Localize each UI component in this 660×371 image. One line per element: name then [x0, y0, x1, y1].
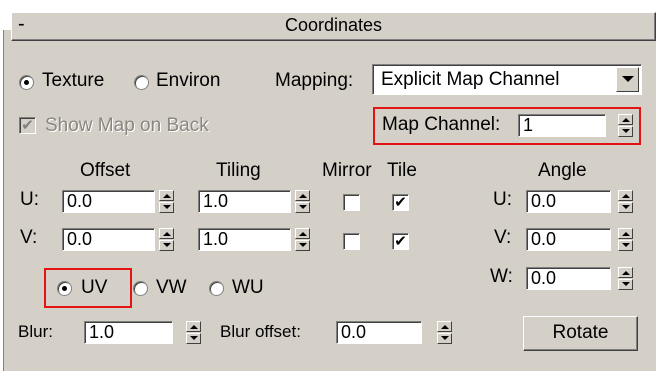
- texture-label[interactable]: Texture: [42, 70, 104, 92]
- u-tiling-input[interactable]: 1.0: [198, 190, 291, 213]
- rollout-header-coordinates[interactable]: - Coordinates: [11, 12, 656, 41]
- v-tiling-spinner[interactable]: [295, 228, 310, 251]
- map-channel-input[interactable]: 1: [518, 114, 606, 137]
- u-offset-label: U:: [20, 189, 39, 210]
- show-map-on-back-checkbox[interactable]: ✔: [19, 117, 36, 134]
- angle-w-input[interactable]: 0.0: [526, 267, 611, 290]
- rollout-title: Coordinates: [284, 15, 383, 35]
- angle-w-spinner[interactable]: [618, 267, 633, 290]
- wu-label[interactable]: WU: [232, 277, 264, 299]
- tiling-header: Tiling: [216, 160, 261, 181]
- angle-u-label: U:: [493, 189, 512, 210]
- radio-environ[interactable]: [134, 75, 149, 90]
- blur-input[interactable]: 1.0: [84, 321, 173, 344]
- mapping-label: Mapping:: [275, 70, 354, 91]
- angle-u-spinner[interactable]: [618, 190, 633, 213]
- angle-v-spinner[interactable]: [618, 228, 633, 251]
- u-tiling-spinner[interactable]: [295, 190, 310, 213]
- offset-header: Offset: [80, 160, 131, 181]
- radio-wu[interactable]: [209, 281, 224, 296]
- check-icon: ✔: [394, 194, 407, 211]
- rotate-button[interactable]: Rotate: [523, 316, 638, 351]
- environ-label[interactable]: Environ: [156, 70, 220, 92]
- angle-u-input[interactable]: 0.0: [526, 190, 611, 213]
- v-offset-spinner[interactable]: [159, 228, 174, 251]
- blur-spinner[interactable]: [186, 321, 201, 344]
- radio-vw[interactable]: [133, 281, 148, 296]
- tile-header: Tile: [387, 160, 417, 181]
- blur-offset-spinner[interactable]: [437, 321, 452, 344]
- mapping-dropdown[interactable]: Explicit Map Channel: [372, 64, 642, 95]
- v-offset-label: V:: [20, 227, 38, 248]
- u-mirror-checkbox[interactable]: [343, 194, 360, 211]
- chevron-down-icon[interactable]: [616, 67, 639, 92]
- mapping-dropdown-value: Explicit Map Channel: [381, 69, 560, 90]
- angle-w-label: W:: [490, 266, 513, 287]
- map-channel-spinner[interactable]: [618, 114, 633, 137]
- v-mirror-checkbox[interactable]: [343, 233, 360, 250]
- check-icon: ✔: [394, 233, 407, 250]
- u-offset-spinner[interactable]: [159, 190, 174, 213]
- v-tiling-input[interactable]: 1.0: [198, 228, 291, 251]
- mirror-header: Mirror: [322, 160, 372, 181]
- angle-v-input[interactable]: 0.0: [526, 228, 611, 251]
- radio-texture[interactable]: [19, 75, 34, 90]
- u-offset-input[interactable]: 0.0: [62, 190, 155, 213]
- uv-label[interactable]: UV: [81, 277, 107, 299]
- v-offset-input[interactable]: 0.0: [62, 228, 155, 251]
- check-icon: ✔: [21, 117, 34, 134]
- map-channel-label: Map Channel:: [382, 114, 501, 135]
- blur-offset-input[interactable]: 0.0: [336, 321, 422, 344]
- vw-label[interactable]: VW: [156, 277, 187, 299]
- u-tile-checkbox[interactable]: ✔: [392, 194, 409, 211]
- blur-offset-label: Blur offset:: [220, 322, 301, 341]
- show-map-on-back-label: Show Map on Back: [45, 115, 209, 136]
- angle-header: Angle: [538, 160, 587, 181]
- v-tile-checkbox[interactable]: ✔: [392, 233, 409, 250]
- angle-v-label: V:: [494, 227, 512, 248]
- radio-uv[interactable]: [57, 281, 72, 296]
- blur-label: Blur:: [18, 322, 53, 341]
